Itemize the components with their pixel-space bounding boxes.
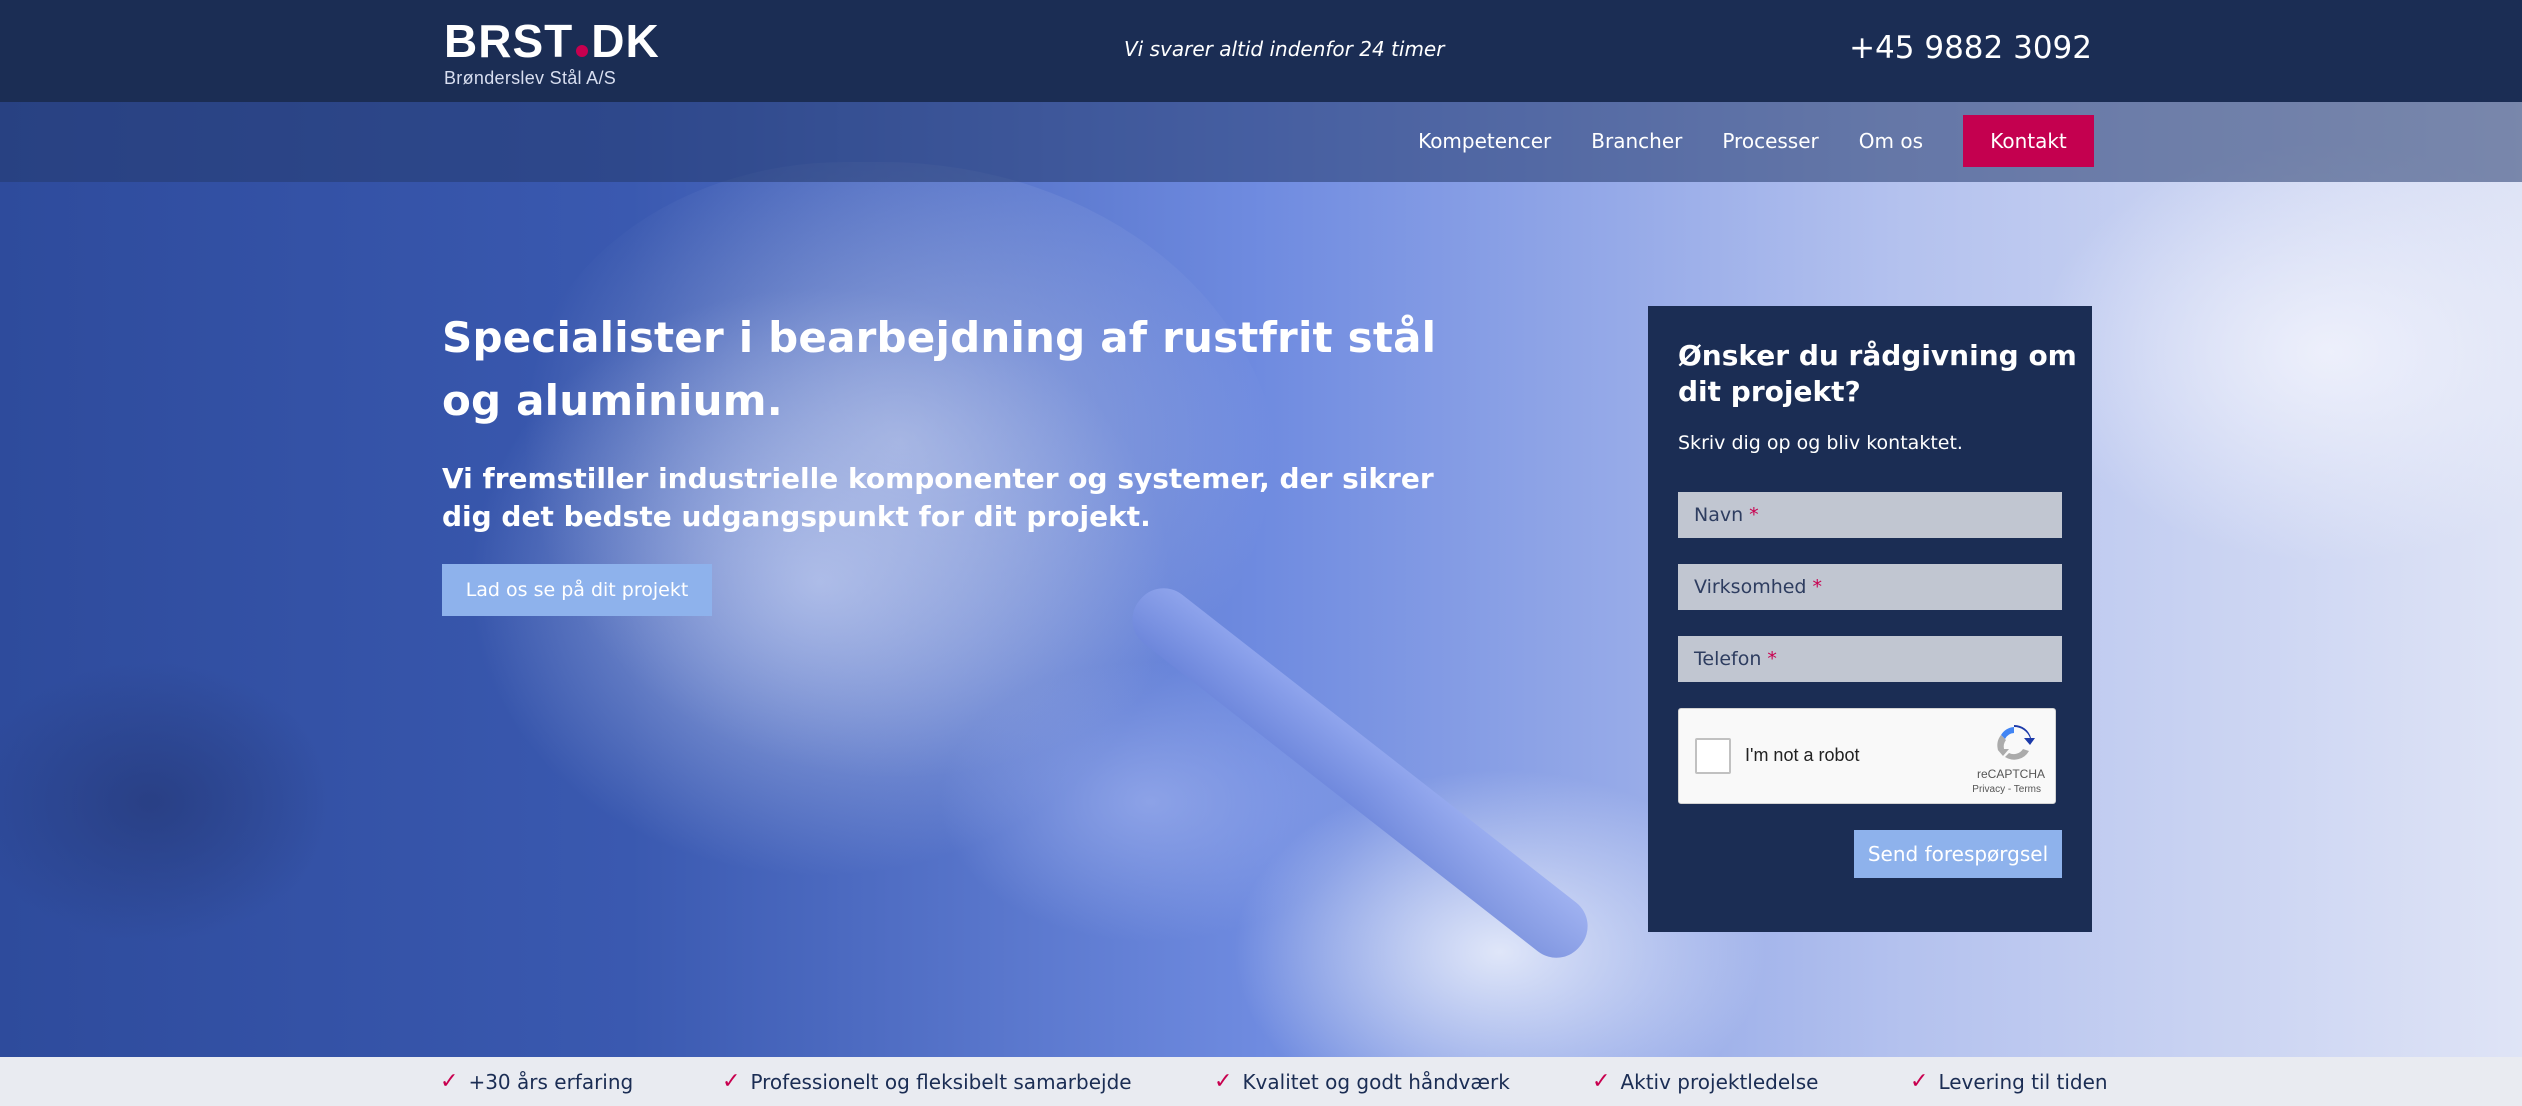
logo[interactable]: BRST DK Brønderslev Stål A/S [444,18,660,89]
recaptcha-widget: I'm not a robot reCAPTCHA Privacy - Term… [1678,708,2056,804]
header-phone[interactable]: +45 9882 3092 [1849,30,2092,66]
phone-field[interactable]: Telefon * [1678,636,2062,682]
nav-item-kompetencer[interactable]: Kompetencer [1418,129,1551,153]
required-mark: * [1767,648,1777,670]
usp-label: +30 års erfaring [468,1069,634,1094]
check-icon: ✓ [722,1069,741,1094]
nav-strip [0,102,2522,182]
check-icon: ✓ [1910,1069,1929,1094]
top-header: BRST DK Brønderslev Stål A/S Vi svarer al… [0,0,2522,102]
nav-item-brancher[interactable]: Brancher [1591,129,1682,153]
usp-label: Aktiv projektledelse [1620,1069,1819,1094]
company-field[interactable]: Virksomhed * [1678,564,2062,610]
check-icon: ✓ [1214,1069,1233,1094]
header-tagline: Vi svarer altid indenfor 24 timer [1124,37,1445,61]
main-nav: Kompetencer Brancher Processer Om os Kon… [1418,115,2094,167]
recaptcha-icon [1997,724,2035,760]
recaptcha-label: I'm not a robot [1745,745,1860,765]
recaptcha-checkbox[interactable] [1695,738,1731,774]
contact-form: Ønsker du rådgivning om dit projekt? Skr… [1648,306,2092,932]
usp-item: ✓ Professionelt og fleksibelt samarbejde [722,1069,1132,1094]
phone-field-placeholder: Telefon [1694,648,1762,670]
logo-subtitle: Brønderslev Stål A/S [444,68,617,88]
usp-label: Kvalitet og godt håndværk [1242,1069,1510,1094]
usp-item: ✓ Levering til tiden [1910,1069,2108,1094]
logo-wordmark: BRST DK [444,18,660,64]
logo-dot [576,45,589,57]
submit-request-button[interactable]: Send forespørgsel [1854,830,2062,878]
usp-item: ✓ +30 års erfaring [440,1069,633,1094]
hero-title: Specialister i bearbejdning af rustfrit … [442,313,1437,425]
recaptcha-brand: reCAPTCHA [1976,767,2045,781]
usp-label: Levering til tiden [1938,1069,2108,1094]
nav-item-processer[interactable]: Processer [1722,129,1818,153]
hero-subtitle: Vi fremstiller industrielle komponenter … [442,462,1434,533]
logo-text-right: DK [591,15,660,67]
hero-background [0,102,2522,1057]
usp-item: ✓ Aktiv projektledelse [1592,1069,1818,1094]
nav-item-om-os[interactable]: Om os [1859,129,1923,153]
logo-text-left: BRST [444,15,574,67]
check-icon: ✓ [1592,1069,1611,1094]
usp-label: Professionelt og fleksibelt samarbejde [750,1069,1132,1094]
required-mark: * [1749,504,1759,526]
hero-project-button[interactable]: Lad os se på dit projekt [442,564,712,616]
hero-photo-tool [1120,576,1600,970]
check-icon: ✓ [440,1069,459,1094]
name-field[interactable]: Navn * [1678,492,2062,538]
name-field-placeholder: Navn [1694,504,1744,526]
company-field-placeholder: Virksomhed [1694,576,1807,598]
nav-contact-button[interactable]: Kontakt [1963,115,2094,167]
required-mark: * [1812,576,1823,598]
form-title: Ønsker du rådgivning om dit projekt? [1678,339,2077,408]
usp-item: ✓ Kvalitet og godt håndværk [1214,1069,1510,1094]
usp-bar: ✓ +30 års erfaring ✓ Professionelt og flek… [0,1057,2522,1106]
recaptcha-links[interactable]: Privacy - Terms [1972,784,2041,795]
form-subtitle: Skriv dig op og bliv kontaktet. [1678,432,1963,454]
